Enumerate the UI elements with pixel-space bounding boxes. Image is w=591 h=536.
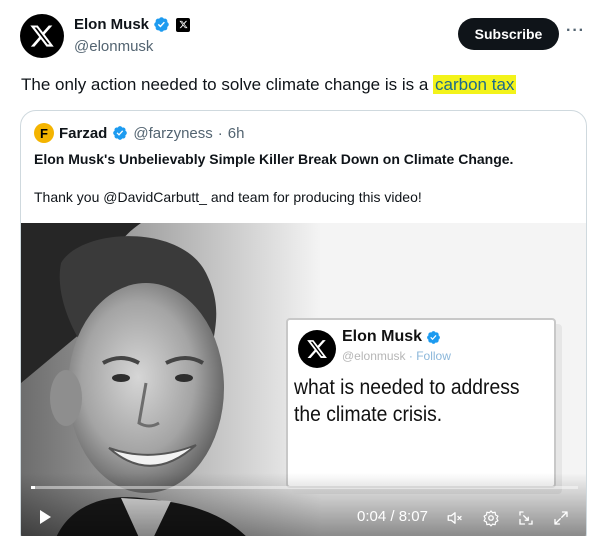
author-avatar[interactable]	[20, 14, 64, 58]
card-text-line1: what is needed to address	[294, 376, 520, 399]
card-name-row: Elon Musk	[342, 328, 441, 346]
video-progress-bar[interactable]	[31, 486, 578, 489]
video-time: 0:04 / 8:07	[357, 508, 428, 525]
tweet-text-highlighted: carbon tax	[433, 75, 517, 94]
card-handle: @elonmusk	[342, 349, 406, 363]
video-progress-fill	[31, 486, 36, 489]
more-options-icon[interactable]: ···	[566, 22, 585, 40]
fullscreen-icon[interactable]	[552, 509, 570, 527]
card-avatar	[298, 330, 336, 368]
card-text: what is needed to address the climate cr…	[294, 374, 520, 428]
card-name: Elon Musk	[342, 328, 423, 345]
quoted-tweet-age[interactable]: 6h	[228, 125, 245, 142]
settings-icon[interactable]	[482, 509, 500, 527]
pip-icon[interactable]	[517, 509, 535, 527]
author-name-row[interactable]: Elon Musk	[74, 16, 191, 33]
tweet-text-main: The only action needed to solve climate …	[21, 75, 434, 94]
quoted-author-name[interactable]: Farzad	[59, 125, 107, 142]
quoted-tweet-header: F Farzad @farzyness · 6h	[34, 123, 244, 143]
video-player[interactable]: Elon Musk @elonmusk · Follow what is nee…	[21, 223, 586, 536]
controls-shade	[21, 473, 586, 536]
quoted-tweet-title: Elon Musk's Unbelievably Simple Killer B…	[34, 151, 514, 167]
subscribe-button[interactable]: Subscribe	[458, 18, 559, 50]
duration: 8:07	[398, 508, 428, 525]
x-logo-icon	[307, 340, 327, 358]
quoted-author-avatar[interactable]: F	[34, 123, 54, 143]
quoted-author-handle[interactable]: @farzyness	[133, 125, 212, 142]
card-text-line2: the climate crisis.	[294, 403, 443, 426]
play-icon[interactable]	[37, 509, 53, 525]
verified-badge-icon[interactable]	[153, 16, 170, 33]
x-logo-icon	[30, 25, 54, 47]
embedded-tweet-card: Elon Musk @elonmusk · Follow what is nee…	[286, 318, 556, 488]
meta-separator: ·	[217, 124, 223, 142]
verified-badge-icon	[112, 125, 128, 141]
author-name[interactable]: Elon Musk	[74, 16, 149, 33]
verified-badge-icon	[426, 330, 441, 345]
mute-icon[interactable]	[446, 509, 464, 527]
card-follow: · Follow	[408, 349, 451, 363]
x-affiliate-badge-icon[interactable]	[176, 17, 191, 32]
card-handle-row: @elonmusk · Follow	[342, 349, 451, 363]
tweet-text: The only action needed to solve climate …	[21, 75, 517, 95]
author-handle[interactable]: @elonmusk	[74, 38, 153, 55]
quoted-tweet[interactable]: F Farzad @farzyness · 6h Elon Musk's Unb…	[20, 110, 587, 536]
time-separator: /	[386, 508, 399, 525]
quoted-tweet-body: Thank you @DavidCarbutt_ and team for pr…	[34, 189, 422, 205]
current-time: 0:04	[357, 508, 387, 525]
